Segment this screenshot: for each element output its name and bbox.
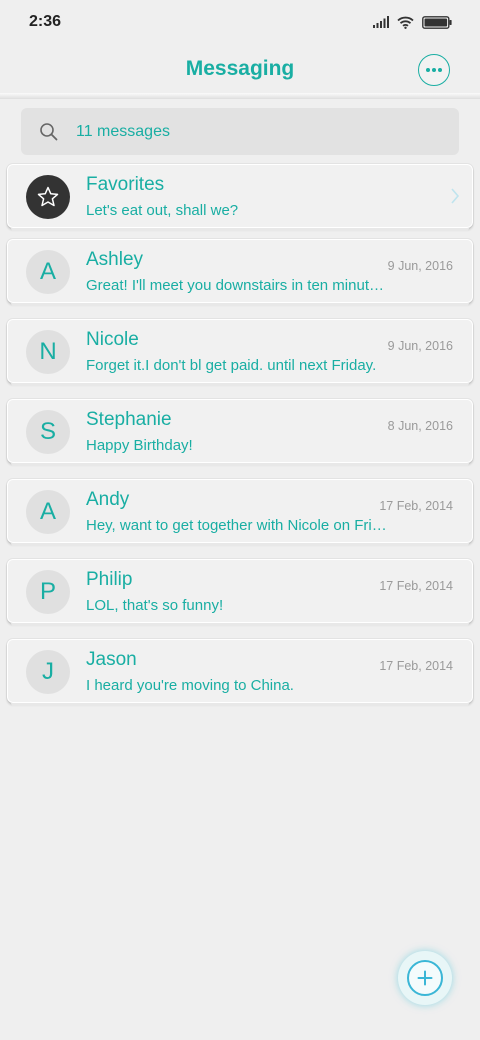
favorites-item[interactable]: Favorites Let's eat out, shall we? [7,164,473,231]
contact-avatar: P [26,570,70,614]
battery-icon [422,15,452,29]
search-placeholder: 11 messages [76,122,170,140]
favorites-preview: Let's eat out, shall we? [86,202,239,219]
conversation-item[interactable]: S Stephanie 8 Jun, 2016 Happy Birthday! [7,399,473,466]
message-preview: I heard you're moving to China. [86,677,294,694]
message-preview: Happy Birthday! [86,437,193,454]
message-date: 9 Jun, 2016 [387,259,453,273]
wifi-icon [397,16,414,29]
message-preview: Great! I'll meet you downstairs in ten m… [86,277,384,294]
contact-avatar: A [26,490,70,534]
signal-icon [373,16,389,28]
message-date: 17 Feb, 2014 [379,579,453,593]
status-time: 2:36 [29,13,62,30]
contact-name: Philip [86,569,133,590]
contact-name: Ashley [86,249,144,270]
compose-button[interactable] [398,951,452,1005]
status-bar: 2:36 [0,0,480,44]
message-date: 8 Jun, 2016 [387,419,453,433]
contact-avatar: S [26,410,70,454]
chevron-right-icon [451,188,460,204]
page-title: Messaging [185,57,295,80]
message-preview: Hey, want to get together with Nicole on… [86,517,387,534]
messaging-screen: 2:36 Messaging 11 messages Favorites Let… [0,0,480,1040]
favorites-title: Favorites [86,174,165,195]
conversation-item[interactable]: A Ashley 9 Jun, 2016 Great! I'll meet yo… [7,239,473,306]
contact-name: Nicole [86,329,139,350]
contact-avatar: N [26,330,70,374]
contact-name: Andy [86,489,130,510]
favorites-avatar [26,175,70,219]
contact-name: Jason [86,649,137,670]
search-icon [40,122,58,140]
header-divider [0,93,480,99]
star-icon [37,186,59,207]
message-date: 17 Feb, 2014 [379,659,453,673]
message-date: 9 Jun, 2016 [387,339,453,353]
contact-avatar: A [26,250,70,294]
compose-button-inner [407,960,443,996]
search-bar[interactable]: 11 messages [21,108,459,155]
more-options-button[interactable] [418,54,450,86]
more-horizontal-icon [426,68,442,72]
conversation-item[interactable]: P Philip 17 Feb, 2014 LOL, that's so fun… [7,559,473,626]
conversation-item[interactable]: N Nicole 9 Jun, 2016 Forget it.I don't b… [7,319,473,386]
message-date: 17 Feb, 2014 [379,499,453,513]
conversation-item[interactable]: A Andy 17 Feb, 2014 Hey, want to get tog… [7,479,473,546]
contact-name: Stephanie [86,409,172,430]
contact-avatar: J [26,650,70,694]
message-preview: LOL, that's so funny! [86,597,224,614]
status-icons [373,15,452,29]
plus-icon [417,970,433,986]
conversation-item[interactable]: J Jason 17 Feb, 2014 I heard you're movi… [7,639,473,706]
message-preview: Forget it.I don't bl get paid. until nex… [86,357,377,374]
header: Messaging [0,44,480,94]
